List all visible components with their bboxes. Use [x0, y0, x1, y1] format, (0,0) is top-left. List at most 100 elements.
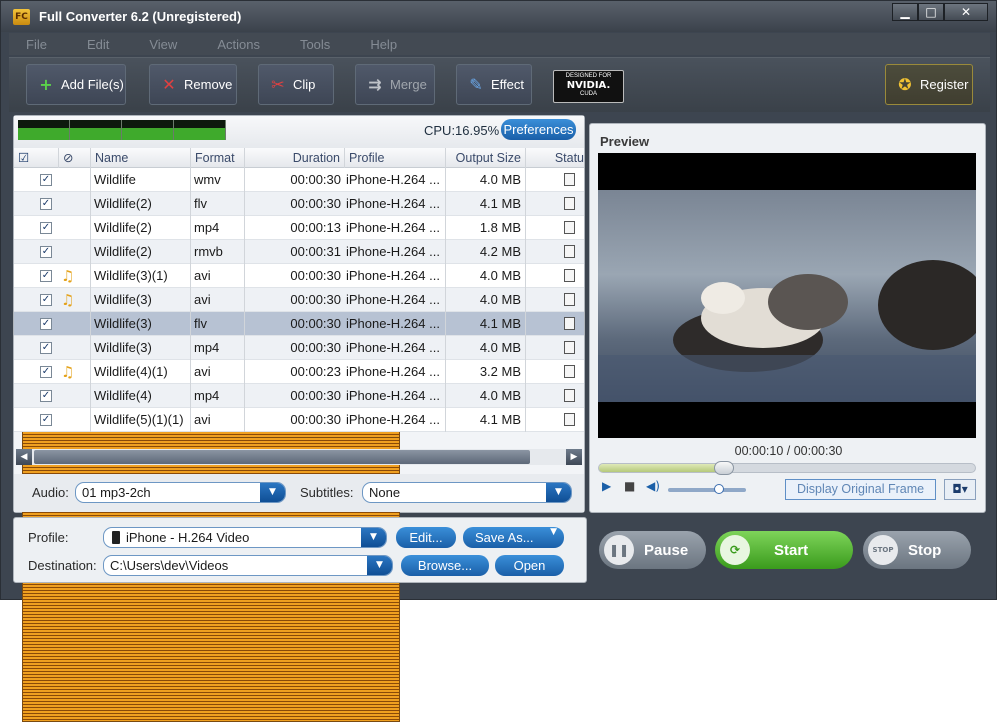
- edit-profile-button[interactable]: Edit...: [396, 527, 456, 548]
- title-bar: FC Full Converter 6.2 (Unregistered) ▁ □…: [1, 1, 996, 32]
- type-column-icon[interactable]: ⊘: [58, 148, 90, 168]
- file-name: Wildlife(2): [90, 216, 190, 240]
- row-checkbox[interactable]: ✓: [40, 174, 52, 186]
- volume-handle[interactable]: [713, 484, 724, 494]
- row-checkbox[interactable]: ✓: [40, 294, 52, 306]
- row-checkbox[interactable]: ✓: [40, 366, 52, 378]
- file-row[interactable]: ✓ ♫ Wildlife(3)(1) avi 00:00:30 iPhone-H.264 …: [14, 264, 584, 288]
- status-cell: [525, 288, 584, 312]
- save-as-label: Save As...: [475, 530, 534, 545]
- save-as-button[interactable]: Save As... ▼: [463, 527, 564, 548]
- volume-slider[interactable]: [668, 484, 746, 494]
- menu-actions[interactable]: Actions: [217, 37, 260, 52]
- row-checkbox[interactable]: ✓: [40, 342, 52, 354]
- select-all-checkbox[interactable]: ☑: [14, 148, 38, 168]
- status-clipboard-icon[interactable]: [564, 221, 575, 234]
- file-row[interactable]: ✓ Wildlife(5)(1)(1) avi 00:00:30 iPhone-H.26…: [14, 408, 584, 722]
- subtitles-select[interactable]: None ▼: [362, 482, 572, 503]
- merge-button[interactable]: ⇉ Merge: [355, 64, 435, 105]
- file-row[interactable]: ✓ Wildlife(3) mp4 00:00:30 iPhone-H.264 ... 4…: [14, 336, 584, 650]
- profile-select[interactable]: iPhone - H.264 Video ▼: [103, 527, 387, 548]
- status-clipboard-icon[interactable]: [564, 173, 575, 186]
- file-row[interactable]: ✓ Wildlife(2) mp4 00:00:13 iPhone-H.264 ... 1…: [14, 216, 584, 530]
- column-status[interactable]: Statu: [525, 148, 584, 168]
- status-clipboard-icon[interactable]: [564, 269, 575, 282]
- scroll-left-icon[interactable]: ◀: [16, 449, 32, 465]
- app-logo-icon: FC: [13, 9, 30, 25]
- open-folder-button[interactable]: Open: [495, 555, 564, 576]
- close-button[interactable]: ✕: [944, 3, 988, 21]
- file-name: Wildlife(3)(1): [90, 264, 190, 288]
- stop-small-icon[interactable]: ■: [624, 479, 635, 493]
- horizontal-scrollbar[interactable]: ◀ ▶: [16, 449, 582, 465]
- volume-icon[interactable]: ◀): [646, 479, 660, 493]
- file-row[interactable]: ✓ Wildlife(4) mp4 00:00:30 iPhone-H.264 ... 4…: [14, 384, 584, 698]
- row-checkbox[interactable]: ✓: [40, 390, 52, 402]
- status-clipboard-icon[interactable]: [564, 389, 575, 402]
- output-settings-panel: Profile: iPhone - H.264 Video ▼ Edit... …: [13, 517, 587, 583]
- menu-help[interactable]: Help: [370, 37, 397, 52]
- file-format: rmvb: [190, 240, 244, 264]
- status-clipboard-icon[interactable]: [564, 293, 575, 306]
- browse-button[interactable]: Browse...: [401, 555, 489, 576]
- status-clipboard-icon[interactable]: [564, 197, 575, 210]
- file-row[interactable]: ✓ Wildlife(3) flv 00:00:30 iPhone-H.264 ... 4…: [14, 312, 584, 626]
- menu-view[interactable]: View: [149, 37, 177, 52]
- menu-edit[interactable]: Edit: [87, 37, 109, 52]
- add-file-icon: +: [39, 75, 53, 94]
- pause-label: Pause: [644, 541, 689, 559]
- seek-slider[interactable]: [598, 461, 976, 475]
- file-row[interactable]: ✓ Wildlife(2) flv 00:00:30 iPhone-H.264 ... 4…: [14, 192, 584, 506]
- seek-handle[interactable]: [713, 461, 734, 475]
- video-frame-image: [598, 190, 988, 402]
- status-clipboard-icon[interactable]: [564, 317, 575, 330]
- play-icon[interactable]: ▶: [602, 479, 611, 493]
- remove-button[interactable]: ✕ Remove: [149, 64, 237, 105]
- status-clipboard-icon[interactable]: [564, 341, 575, 354]
- column-name[interactable]: Name: [90, 148, 190, 168]
- column-profile[interactable]: Profile: [344, 148, 445, 168]
- status-cell: [525, 312, 584, 336]
- status-cell: [525, 336, 584, 360]
- display-original-frame-button[interactable]: Display Original Frame: [785, 479, 936, 500]
- status-cell: [525, 192, 584, 216]
- add-files-button[interactable]: + Add File(s): [26, 64, 126, 105]
- preferences-button[interactable]: Preferences: [501, 119, 576, 140]
- row-checkbox[interactable]: ✓: [40, 198, 52, 210]
- file-row[interactable]: ✓ Wildlife(2) rmvb 00:00:31 iPhone-H.264 ...…: [14, 240, 584, 554]
- row-checkbox[interactable]: ✓: [40, 246, 52, 258]
- column-duration[interactable]: Duration: [244, 148, 344, 168]
- pause-button[interactable]: ❚❚ Pause: [599, 531, 706, 569]
- file-row[interactable]: ✓ ♫ Wildlife(3) avi 00:00:30 iPhone-H.264 ...…: [14, 288, 584, 312]
- column-format[interactable]: Format: [190, 148, 244, 168]
- stop-label: Stop: [908, 541, 942, 559]
- row-checkbox[interactable]: ✓: [40, 222, 52, 234]
- snapshot-camera-icon[interactable]: ◘▾: [944, 479, 976, 500]
- row-checkbox[interactable]: ✓: [40, 318, 52, 330]
- file-profile: iPhone-H.264 ...: [346, 340, 440, 355]
- minimize-button[interactable]: ▁: [892, 3, 918, 21]
- stop-button[interactable]: STOP Stop: [863, 531, 971, 569]
- file-duration: 00:00:30: [244, 192, 344, 216]
- scroll-right-icon[interactable]: ▶: [566, 449, 582, 465]
- status-clipboard-icon[interactable]: [564, 413, 575, 426]
- destination-path-select[interactable]: C:\Users\dev\Videos ▼: [103, 555, 393, 576]
- row-checkbox[interactable]: ✓: [40, 414, 52, 426]
- file-format: mp4: [190, 384, 244, 408]
- scroll-thumb[interactable]: [34, 450, 530, 464]
- status-clipboard-icon[interactable]: [564, 245, 575, 258]
- maximize-button[interactable]: □: [918, 3, 944, 21]
- row-checkbox[interactable]: ✓: [40, 270, 52, 282]
- clip-button[interactable]: ✂ Clip: [258, 64, 334, 105]
- start-button[interactable]: ⟳ Start: [715, 531, 853, 569]
- audio-track-select[interactable]: 01 mp3-2ch ▼: [75, 482, 286, 503]
- menu-tools[interactable]: Tools: [300, 37, 330, 52]
- status-clipboard-icon[interactable]: [564, 365, 575, 378]
- file-row[interactable]: ✓ ♫ Wildlife(4)(1) avi 00:00:23 iPhone-H.264 …: [14, 360, 584, 384]
- file-row[interactable]: ✓ Wildlife wmv 00:00:30 iPhone-H.264 ... 4.0 …: [14, 168, 584, 482]
- column-output-size[interactable]: Output Size: [445, 148, 525, 168]
- register-button[interactable]: ✪ Register: [885, 64, 973, 105]
- effect-button[interactable]: ✎ Effect: [456, 64, 532, 105]
- menu-file[interactable]: File: [26, 37, 47, 52]
- file-duration: 00:00:31: [244, 240, 344, 264]
